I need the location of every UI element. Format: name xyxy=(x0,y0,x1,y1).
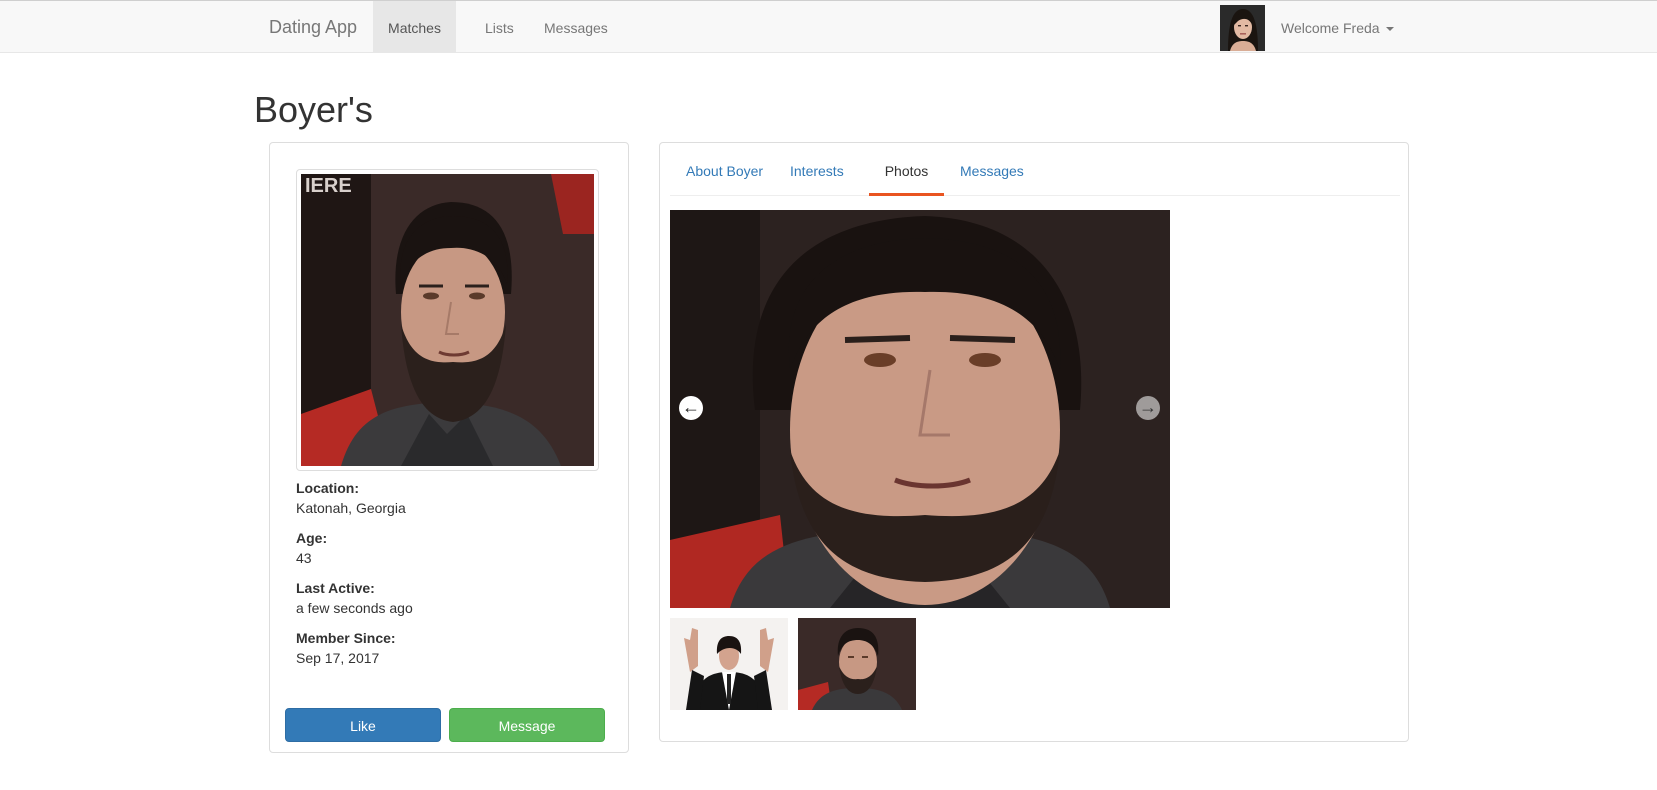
last-active-label: Last Active: xyxy=(296,580,375,596)
welcome-label: Welcome Freda xyxy=(1281,20,1380,36)
nav-matches[interactable]: Matches xyxy=(373,1,456,53)
gallery-next-icon[interactable]: → xyxy=(1136,396,1160,420)
location-value: Katonah, Georgia xyxy=(296,500,406,516)
gallery-thumbnail[interactable] xyxy=(798,618,916,710)
last-active-value: a few seconds ago xyxy=(296,600,413,616)
caret-down-icon xyxy=(1385,27,1394,32)
location-label: Location: xyxy=(296,480,359,496)
page-title: Boyer's xyxy=(254,89,373,130)
member-since-label: Member Since: xyxy=(296,630,396,646)
navbar: Dating App Matches Lists Messages Welcom… xyxy=(0,0,1657,53)
user-menu-toggle[interactable]: Welcome Freda xyxy=(1281,1,1394,53)
tab-interests[interactable]: Interests xyxy=(774,153,860,196)
profile-card: IERE Location: Katonah, Georgia Age: 43 … xyxy=(269,142,629,753)
like-button[interactable]: Like xyxy=(285,708,441,742)
tab-about[interactable]: About Boyer xyxy=(670,153,779,196)
message-button[interactable]: Message xyxy=(449,708,605,742)
tab-photos[interactable]: Photos xyxy=(869,153,944,196)
age-value: 43 xyxy=(296,550,312,566)
age-label: Age: xyxy=(296,530,328,546)
tab-messages[interactable]: Messages xyxy=(944,153,1040,196)
brand-link[interactable]: Dating App xyxy=(269,17,357,38)
gallery-main-image: ← → xyxy=(670,210,1170,608)
member-since-value: Sep 17, 2017 xyxy=(296,650,380,666)
profile-photo: IERE xyxy=(296,169,599,471)
svg-text:IERE: IERE xyxy=(305,175,352,197)
nav-lists[interactable]: Lists xyxy=(470,1,529,53)
gallery-prev-icon[interactable]: ← xyxy=(679,396,703,420)
tabs-card: About Boyer Interests Photos Messages ← … xyxy=(659,142,1409,742)
gallery-thumbnail[interactable] xyxy=(670,618,788,710)
user-avatar[interactable] xyxy=(1220,5,1265,51)
nav-messages[interactable]: Messages xyxy=(529,1,623,53)
profile-tabs: About Boyer Interests Photos Messages xyxy=(670,153,1400,196)
